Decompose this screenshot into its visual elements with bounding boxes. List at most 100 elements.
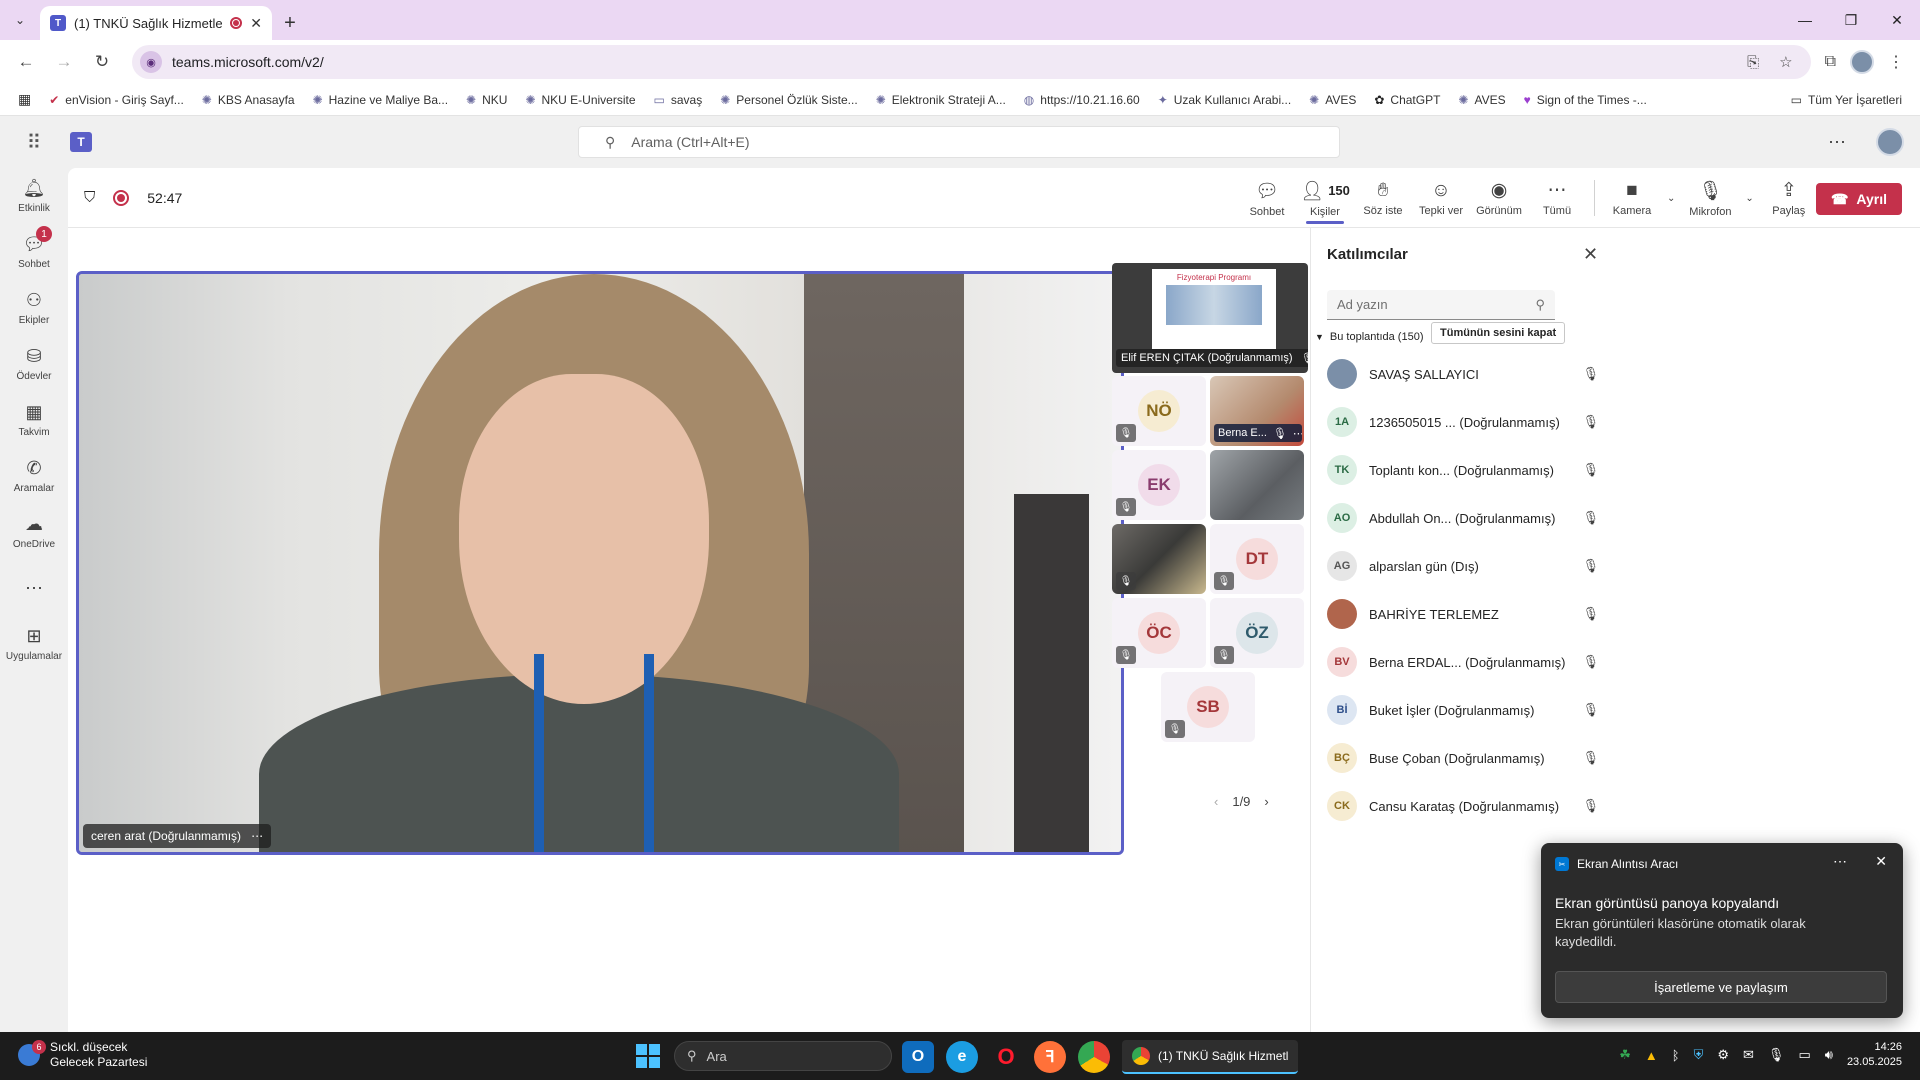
teams-search-input[interactable]: ⚲ Arama (Ctrl+Alt+E) xyxy=(578,126,1340,158)
participant-tile[interactable]: ÖZ 🎙︎ xyxy=(1210,598,1304,668)
close-tab-icon[interactable]: ✕ xyxy=(250,15,262,32)
browser-tab-teams[interactable]: T (1) TNKÜ Sağlık Hizmetleri ✕ xyxy=(40,6,272,40)
close-window-icon[interactable]: ✕ xyxy=(1874,0,1920,40)
address-bar[interactable]: ◉ teams.microsoft.com/v2/ ⎘ ☆ xyxy=(132,45,1811,79)
rail-item-chat[interactable]: 💬︎ 1 Sohbet xyxy=(0,224,68,280)
rail-item-apps[interactable]: ⊞ Uygulamalar xyxy=(0,616,68,672)
bookmark-item[interactable]: ✺ AVES xyxy=(1309,93,1356,107)
taskbar-search-input[interactable]: ⚲ Ara xyxy=(674,1041,892,1071)
bluetooth-icon[interactable]: ᛒ xyxy=(1672,1048,1680,1063)
bookmark-item[interactable]: ✿ ChatGPT xyxy=(1374,93,1440,107)
raise-hand-button[interactable]: ✋︎ Söz iste xyxy=(1354,168,1412,228)
participant-tile-video[interactable] xyxy=(1210,450,1304,520)
participant-row[interactable]: BÇ Buse Çoban (Doğrulanmamış) 🎙︎ xyxy=(1327,734,1607,782)
bookmark-star-icon[interactable]: ☆ xyxy=(1779,53,1792,71)
restore-icon[interactable]: ❐ xyxy=(1828,0,1874,40)
rail-item-calendar[interactable]: ▦ Takvim xyxy=(0,392,68,448)
people-button[interactable]: 👤︎ 150 Kişiler xyxy=(1296,168,1354,228)
start-button[interactable] xyxy=(636,1044,660,1068)
participant-tile-video[interactable]: Berna E... 🎙︎ ⋯ xyxy=(1210,376,1304,446)
participant-row[interactable]: 1A 1236505015 ... (Doğrulanmamış) 🎙︎ xyxy=(1327,398,1607,446)
minimize-icon[interactable]: — xyxy=(1782,0,1828,40)
rail-item-more[interactable]: ⋯ xyxy=(0,560,68,616)
close-panel-icon[interactable]: ✕ xyxy=(1583,244,1598,265)
outlook-icon[interactable]: O xyxy=(902,1041,934,1073)
network-icon[interactable]: ▭ xyxy=(1798,1047,1810,1063)
participant-row[interactable]: SAVAŞ SALLAYICI 🎙︎ xyxy=(1327,350,1607,398)
mic-options-chevron-icon[interactable]: ⌄ xyxy=(1745,193,1753,204)
bookmark-item[interactable]: ✦ Uzak Kullanıcı Arabi... xyxy=(1158,93,1291,107)
volume-icon[interactable]: 🔊︎ xyxy=(1825,1047,1833,1063)
chrome-icon[interactable] xyxy=(1078,1041,1110,1073)
participant-tile[interactable]: DT 🎙︎ xyxy=(1210,524,1304,594)
react-button[interactable]: ☺ Tepki ver xyxy=(1412,168,1470,228)
bookmark-item[interactable]: ✺ Personel Özlük Siste... xyxy=(720,93,857,107)
install-app-icon[interactable]: ⎘ xyxy=(1747,54,1759,71)
participant-row[interactable]: Bİ Buket İşler (Doğrulanmamış) 🎙︎ xyxy=(1327,686,1607,734)
participant-tile[interactable]: ÖC 🎙︎ xyxy=(1112,598,1206,668)
forward-arrow-icon[interactable]: → xyxy=(48,46,80,78)
participant-row[interactable]: TK Toplantı kon... (Doğrulanmamış) 🎙︎ xyxy=(1327,446,1607,494)
mic-button[interactable]: 🎙︎ Mikrofon xyxy=(1681,168,1739,228)
more-actions-button[interactable]: ⋯ Tümü xyxy=(1528,168,1586,228)
mute-all-button[interactable]: Tümünün sesini kapat xyxy=(1431,322,1566,344)
leave-button[interactable]: ☎ Ayrıl xyxy=(1816,183,1902,215)
opera-icon[interactable]: O xyxy=(990,1041,1022,1073)
view-button[interactable]: ◉ Görünüm xyxy=(1470,168,1528,228)
participant-tile[interactable]: NÖ 🎙︎ xyxy=(1112,376,1206,446)
browser-menu-icon[interactable]: ⋮ xyxy=(1888,52,1904,72)
prev-page-icon[interactable]: ‹ xyxy=(1214,794,1218,809)
participant-row[interactable]: AG alparslan gün (Dış) 🎙︎ xyxy=(1327,542,1607,590)
camera-options-chevron-icon[interactable]: ⌄ xyxy=(1667,193,1675,204)
tab-search-chevron-icon[interactable]: ⌄ xyxy=(0,0,40,40)
extensions-icon[interactable]: ⧉ xyxy=(1825,53,1836,71)
bookmark-item[interactable]: ✺ Hazine ve Maliye Ba... xyxy=(313,93,448,107)
bookmark-folder[interactable]: ▭ savaş xyxy=(654,93,703,107)
participant-row[interactable]: AO Abdullah On... (Doğrulanmamış) 🎙︎ xyxy=(1327,494,1607,542)
vpn-icon[interactable]: ⛨ xyxy=(1694,1047,1704,1063)
app-launcher-icon[interactable]: ⠿ xyxy=(0,130,68,155)
screen-share-tile[interactable]: Fizyoterapi Programı Elif EREN ÇITAK (Do… xyxy=(1112,263,1308,373)
defender-icon[interactable]: ⚙ xyxy=(1717,1047,1729,1063)
notification-more-icon[interactable]: ⋯ xyxy=(1833,853,1847,870)
main-speaker-video[interactable]: ceren arat (Doğrulanmamış) ⋯ xyxy=(76,271,1124,855)
share-button[interactable]: ⇪ Paylaş xyxy=(1760,168,1818,228)
all-bookmarks[interactable]: ▭ Tüm Yer İşaretleri xyxy=(1791,93,1902,107)
bookmark-item[interactable]: ✺ NKU E-Universite xyxy=(525,93,635,107)
participant-tile[interactable]: EK 🎙︎ xyxy=(1112,450,1206,520)
next-page-icon[interactable]: › xyxy=(1264,794,1268,809)
user-avatar[interactable] xyxy=(1876,128,1904,156)
site-info-icon[interactable]: ◉ xyxy=(140,51,162,73)
bookmark-item[interactable]: ✺ KBS Anasayfa xyxy=(202,93,295,107)
participant-search-input[interactable]: Ad yazın ⚲ xyxy=(1327,290,1555,320)
rail-item-teams[interactable]: ⚇ Ekipler xyxy=(0,280,68,336)
clock[interactable]: 14:26 23.05.2025 xyxy=(1847,1040,1902,1070)
bookmark-item[interactable]: ✺ NKU xyxy=(466,93,507,107)
bookmark-item[interactable]: ◍ https://10.21.16.60 xyxy=(1024,93,1140,107)
settings-more-icon[interactable]: ⋯ xyxy=(1828,132,1846,153)
participant-tile[interactable]: SB 🎙︎ xyxy=(1161,672,1255,742)
rail-item-onedrive[interactable]: ☁ OneDrive xyxy=(0,504,68,560)
shield-icon[interactable]: ⛉ xyxy=(84,189,95,206)
google-drive-icon[interactable]: ▲ xyxy=(1645,1048,1658,1063)
participant-tile-video[interactable]: 🎙︎ xyxy=(1112,524,1206,594)
url-text[interactable]: teams.microsoft.com/v2/ xyxy=(172,54,1737,70)
apps-grid-icon[interactable]: ▦ xyxy=(18,91,31,108)
markup-and-share-button[interactable]: İşaretleme ve paylaşım xyxy=(1555,971,1887,1003)
edge-icon[interactable]: e xyxy=(946,1041,978,1073)
weather-widget[interactable]: 6 Sıckl. düşecek Gelecek Pazartesi xyxy=(18,1040,147,1070)
participant-more-icon[interactable]: ⋯ xyxy=(1293,427,1302,440)
reload-icon[interactable]: ↻ xyxy=(86,46,118,78)
participant-row[interactable]: CK Cansu Karataş (Doğrulanmamış) 🎙︎ xyxy=(1327,782,1607,830)
participants-section-header[interactable]: ▼ Bu toplantıda (150) Tümünün sesini kap… xyxy=(1315,322,1605,352)
bookmark-item[interactable]: ✺ Elektronik Strateji A... xyxy=(876,93,1006,107)
bookmark-item[interactable]: ♥ Sign of the Times -... xyxy=(1524,93,1647,107)
new-tab-button[interactable]: + xyxy=(272,6,308,40)
snipping-tool-notification[interactable]: ✂ Ekran Alıntısı Aracı ⋯ ✕ Ekran görüntüs… xyxy=(1541,843,1903,1018)
bookmark-item[interactable]: ✺ AVES xyxy=(1458,93,1505,107)
close-notification-icon[interactable]: ✕ xyxy=(1875,853,1887,870)
chat-button[interactable]: 💬︎ Sohbet xyxy=(1238,168,1296,228)
rail-item-assignments[interactable]: ⛁ Ödevler xyxy=(0,336,68,392)
mail-tray-icon[interactable]: ✉ xyxy=(1743,1047,1754,1063)
back-arrow-icon[interactable]: ← xyxy=(10,46,42,78)
